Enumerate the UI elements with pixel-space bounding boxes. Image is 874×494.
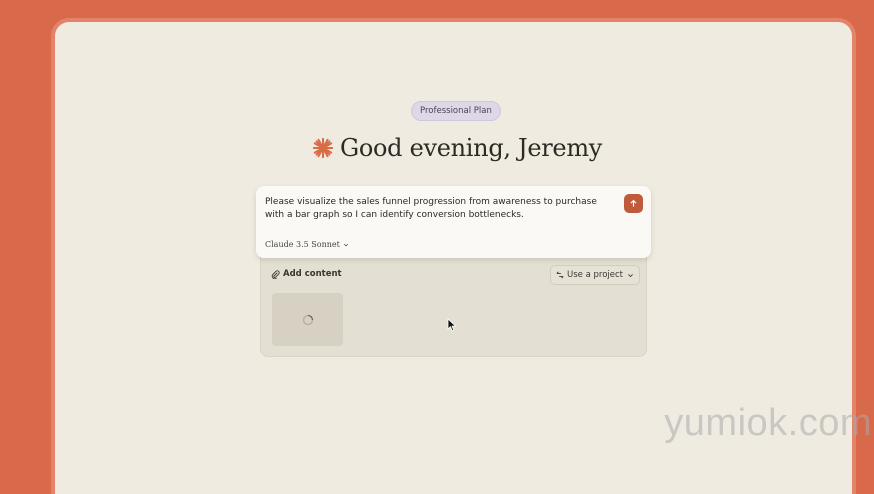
paperclip-icon xyxy=(271,269,280,279)
model-label: Claude 3.5 Sonnet xyxy=(265,240,340,249)
use-project-button[interactable]: Use a project xyxy=(550,265,640,285)
plan-badge[interactable]: Professional Plan xyxy=(411,101,501,121)
uploading-file-tile[interactable] xyxy=(272,293,343,346)
spark-icon xyxy=(312,137,334,159)
greeting: Good evening, Jeremy xyxy=(312,134,602,162)
send-arrow-icon xyxy=(630,199,637,207)
use-project-label: Use a project xyxy=(567,270,623,280)
watermark: yumiok.com xyxy=(664,402,872,444)
chevron-down-icon xyxy=(628,273,633,277)
project-icon xyxy=(556,271,564,279)
spinner-icon xyxy=(302,314,313,325)
prompt-composer[interactable]: Please visualize the sales funnel progre… xyxy=(256,186,651,258)
attachments-panel: Add content Use a project xyxy=(260,250,647,357)
prompt-input[interactable]: Please visualize the sales funnel progre… xyxy=(265,196,615,222)
cursor-icon xyxy=(447,318,457,332)
add-content-button[interactable]: Add content xyxy=(271,269,342,279)
add-content-label: Add content xyxy=(283,269,342,279)
greeting-text: Good evening, Jeremy xyxy=(340,134,603,162)
model-selector[interactable]: Claude 3.5 Sonnet xyxy=(265,240,349,249)
chevron-down-icon xyxy=(343,243,348,246)
send-button[interactable] xyxy=(624,194,643,213)
